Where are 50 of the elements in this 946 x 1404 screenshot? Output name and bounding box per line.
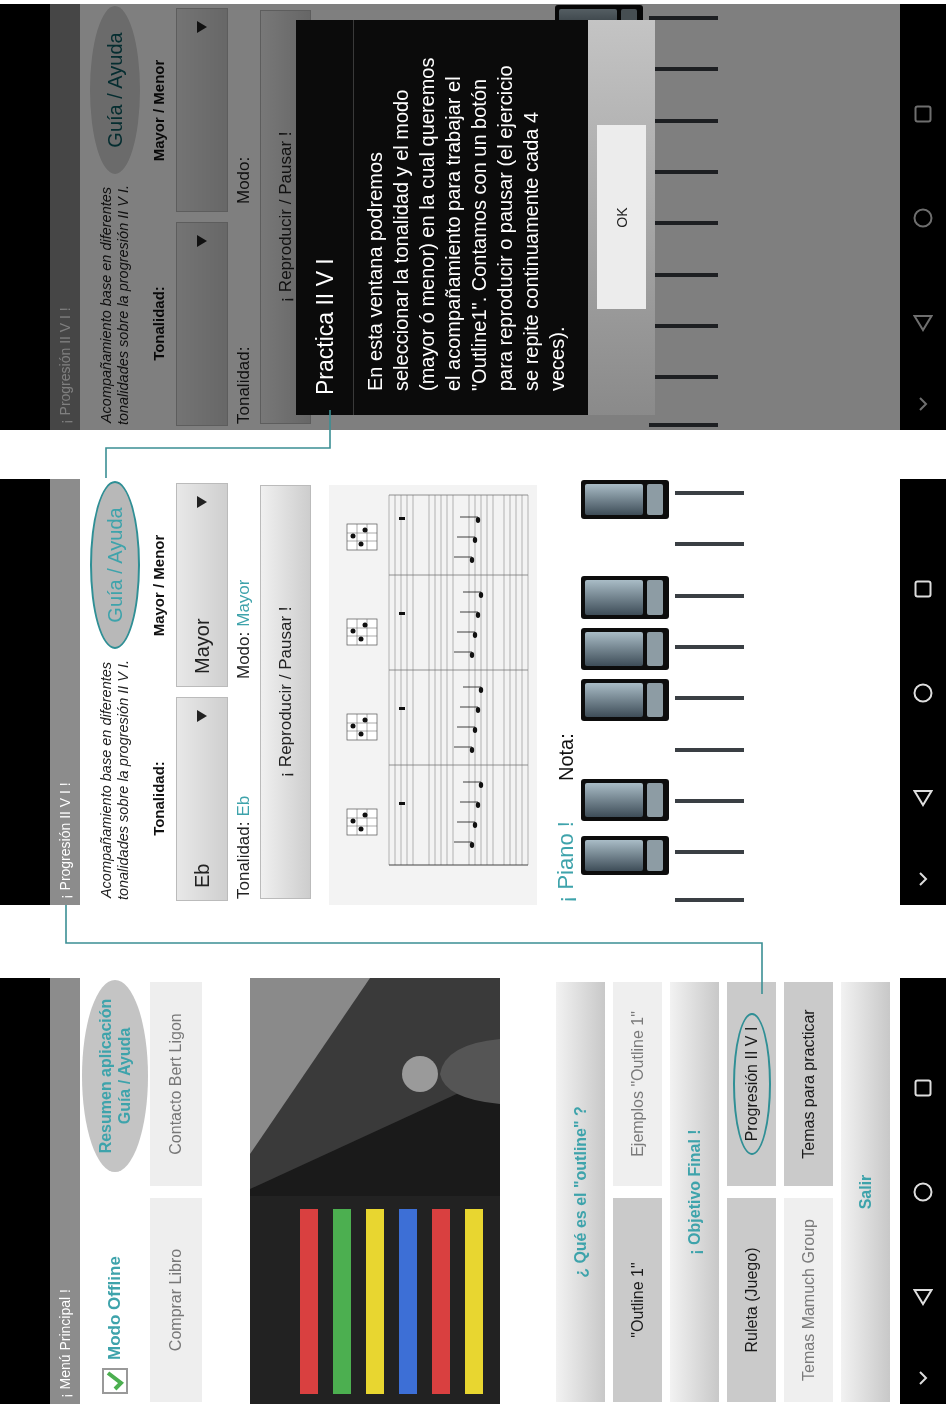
note-label: Nota: [554,733,578,782]
play-pause-button[interactable]: ¡ Reproducir / Pausar ! [260,485,311,899]
caret-icon [197,21,207,33]
description-text: Acompañamiento base en diferentes tonalidades sobre la progresión II V I. [98,658,132,903]
ok-button[interactable]: OK [597,125,646,310]
key-value: Eb [234,795,254,817]
menu-button[interactable]: ¡ Objetivo Final ! [670,982,719,1402]
mode-label: Mayor / Menor [150,534,168,637]
dialog-message: En esta ventana podremos seleccionar la tonalidad y el modo (mayor ó menor) en la cual queremos el acompañamiento para trabajar el "Outline1". Contamos con un botón para reproducir o pausar (el ejercicio se repite continuamente cada 4 veces). [363,56,569,393]
caret-icon [197,710,207,722]
mode-label: Mayor / Menor [150,59,168,162]
menu-button[interactable]: Ruleta (Juego) [727,1198,776,1402]
help-button[interactable]: Guía / Ayuda [90,6,140,174]
mode-value: Mayor [234,579,254,627]
chevron-icon[interactable] [918,1371,928,1385]
menu-button[interactable]: Progresión II V I [727,982,776,1186]
mode-status-label: Modo: [234,156,254,204]
mode-status-label: Modo: [234,631,254,679]
checkmark-icon [106,1371,124,1391]
back-icon[interactable] [913,1288,933,1306]
recents-icon[interactable] [914,1079,932,1097]
description-text: Acompañamiento base en diferentes tonalidades sobre la progresión II V I. [98,183,132,428]
menu-button[interactable]: Salir [841,982,890,1402]
dialog-title: Practica II V I [296,20,354,415]
menu-button[interactable]: Comprar Libro [150,1198,202,1402]
offline-mode-label: Modo Offline [105,1256,125,1360]
menu-button[interactable]: Contacto Bert Ligon [150,982,202,1186]
piano-keyboard-drawing[interactable] [579,479,744,905]
piano-label: ¡ Piano ! [553,821,579,903]
menu-button[interactable]: "Outline 1" [613,1198,662,1402]
key-status-label: Tonalidad: [234,346,254,424]
menu-button[interactable]: Temas para practicar [784,982,833,1186]
caret-icon [197,235,207,247]
home-icon[interactable] [913,1182,933,1202]
screen-title: ¡ Progresión II V I ! [57,782,73,899]
recents-icon[interactable] [914,580,932,598]
home-icon[interactable] [913,683,933,703]
chevron-icon[interactable] [918,872,928,886]
key-label: Tonalidad: [150,761,168,836]
menu-button[interactable]: Temas Mamuch Group [784,1198,833,1402]
back-icon[interactable] [913,789,933,807]
screen-title: ¡ Menú Principal ! [57,1289,73,1398]
key-dropdown[interactable]: Eb [176,697,228,901]
menu-button[interactable]: ¿ Qué es el "outline" ? [556,982,605,1402]
checkbox[interactable] [102,1368,128,1394]
mode-dropdown[interactable]: Mayor [176,483,228,687]
menu-button[interactable]: Ejemplos "Outline 1" [613,982,662,1186]
key-label: Tonalidad: [150,286,168,361]
caret-icon [197,496,207,508]
key-status-label: Tonalidad: [234,821,254,899]
